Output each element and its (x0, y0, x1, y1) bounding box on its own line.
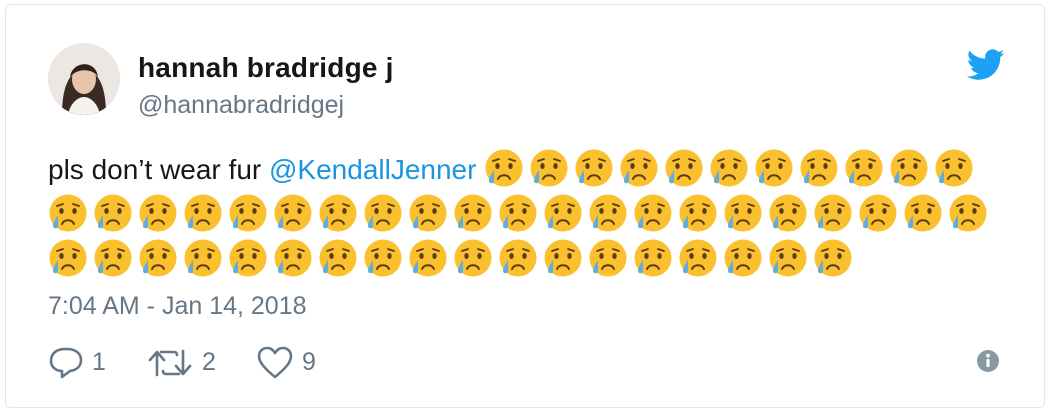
crying-face-emoji (48, 238, 88, 278)
crying-face-emoji (723, 193, 763, 233)
crying-face-emoji (48, 193, 88, 233)
crying-face-emoji (484, 148, 524, 188)
crying-face-emoji (93, 238, 133, 278)
author-name[interactable]: hannah bradridge j (138, 52, 394, 84)
mention-link[interactable]: @KendallJenner (269, 154, 476, 185)
crying-face-emoji (768, 193, 808, 233)
author-handle[interactable]: @hannabradridgej (138, 91, 344, 120)
crying-face-emoji (408, 193, 448, 233)
crying-face-emoji (588, 238, 628, 278)
crying-face-emoji (318, 238, 358, 278)
reply-count: 1 (92, 348, 106, 376)
crying-face-emoji (138, 238, 178, 278)
like-count: 9 (302, 348, 316, 376)
crying-face-emoji (138, 193, 178, 233)
crying-face-emoji (228, 193, 268, 233)
crying-face-emoji (543, 193, 583, 233)
tweet-card: hannah bradridge j @hannabradridgej pls … (5, 4, 1045, 408)
crying-face-emoji (318, 193, 358, 233)
crying-face-emoji (813, 193, 853, 233)
retweet-icon (148, 349, 192, 377)
crying-face-emoji (889, 148, 929, 188)
retweet-count: 2 (202, 348, 216, 376)
crying-face-emoji (588, 193, 628, 233)
heart-icon (257, 346, 293, 379)
crying-face-emoji (183, 238, 223, 278)
crying-face-emoji (619, 148, 659, 188)
crying-face-emoji (363, 238, 403, 278)
tweet-text-body: pls don’t wear fur (48, 154, 262, 185)
crying-face-emoji (498, 193, 538, 233)
info-icon[interactable] (976, 349, 1000, 373)
tweet-timestamp[interactable]: 7:04 AM - Jan 14, 2018 (48, 292, 307, 321)
crying-face-emoji (664, 148, 704, 188)
crying-face-emoji (678, 193, 718, 233)
crying-face-emoji (273, 238, 313, 278)
crying-face-emoji (768, 238, 808, 278)
avatar[interactable] (48, 43, 120, 115)
avatar-photo (48, 43, 120, 115)
crying-face-emoji (574, 148, 614, 188)
crying-face-emoji (363, 193, 403, 233)
crying-face-emoji (543, 238, 583, 278)
crying-face-emoji (858, 193, 898, 233)
crying-face-emoji (709, 148, 749, 188)
crying-face-emoji (498, 238, 538, 278)
crying-face-emoji (799, 148, 839, 188)
crying-face-emoji (844, 148, 884, 188)
crying-face-emoji (273, 193, 313, 233)
crying-face-emoji (408, 238, 448, 278)
twitter-bird-icon[interactable] (966, 49, 1005, 81)
crying-face-emoji (948, 193, 988, 233)
crying-face-emoji (228, 238, 268, 278)
crying-face-emoji (93, 193, 133, 233)
crying-face-emoji (529, 148, 569, 188)
crying-face-emoji (754, 148, 794, 188)
crying-face-emoji (633, 238, 673, 278)
crying-face-emoji (723, 238, 763, 278)
crying-face-emoji (813, 238, 853, 278)
crying-face-emoji (453, 193, 493, 233)
crying-face-emoji (183, 193, 223, 233)
tweet-text: pls don’t wear fur @KendallJenner (48, 147, 1008, 282)
crying-face-emoji (903, 193, 943, 233)
reply-icon (49, 347, 83, 379)
crying-face-emoji (453, 238, 493, 278)
crying-face-emoji (934, 148, 974, 188)
crying-face-emoji (633, 193, 673, 233)
crying-face-emoji (678, 238, 718, 278)
